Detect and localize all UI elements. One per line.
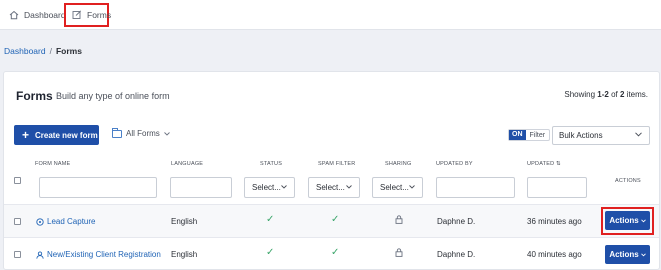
filter-updated-input[interactable]	[527, 177, 587, 198]
filter-language-input[interactable]	[170, 177, 232, 198]
create-form-button[interactable]: + Create new form	[14, 125, 99, 145]
filter-sharing-select[interactable]: Select...	[372, 177, 423, 198]
status-check-icon: ✓	[266, 247, 275, 258]
create-form-label: Create new form	[35, 130, 98, 140]
breadcrumb-link-dashboard[interactable]: Dashboard	[4, 46, 46, 56]
form-language: English	[171, 250, 198, 259]
plus-icon: +	[22, 128, 30, 142]
chevron-down-icon	[281, 185, 287, 189]
spam-filter-check-icon: ✓	[331, 214, 340, 225]
showing-prefix: Showing	[564, 90, 598, 99]
target-icon	[36, 217, 44, 226]
toggle-label: Filter	[529, 131, 546, 139]
forms-card: Forms Build any type of online form Show…	[3, 71, 660, 270]
bulk-actions-select[interactable]: Bulk Actions	[552, 126, 650, 145]
nav-item-forms[interactable]: Forms	[64, 3, 112, 27]
lock-icon	[395, 248, 403, 257]
lock-icon	[395, 215, 403, 224]
toggle-state: ON	[509, 130, 526, 140]
filter-sharing-value: Select...	[380, 183, 409, 192]
spam-filter-check-icon: ✓	[331, 247, 340, 258]
breadcrumb-current: Forms	[55, 46, 82, 56]
column-header-updated-by: UPDATED BY	[436, 161, 473, 167]
page-subtitle: Build any type of online form	[56, 91, 170, 101]
home-icon	[9, 10, 19, 20]
column-header-status: STATUS	[260, 161, 283, 167]
form-name-link[interactable]: New/Existing Client Registration	[36, 250, 161, 259]
updated-time: 40 minutes ago	[527, 250, 582, 259]
filter-updated-by-input[interactable]	[436, 177, 515, 198]
updated-by: Daphne D.	[437, 217, 476, 226]
column-header-actions: ACTIONS	[615, 178, 641, 184]
updated-by: Daphne D.	[437, 250, 476, 259]
filter-form-name-input[interactable]	[39, 177, 157, 198]
nav-item-dashboard[interactable]: Dashboard	[9, 0, 66, 30]
all-forms-dropdown[interactable]: All Forms	[112, 127, 170, 138]
filter-spam-value: Select...	[316, 183, 345, 192]
status-check-icon: ✓	[266, 214, 275, 225]
chevron-down-icon	[163, 131, 170, 136]
nav-item-label: Dashboard	[24, 10, 66, 20]
form-language: English	[171, 217, 198, 226]
select-all-checkbox[interactable]	[14, 177, 21, 184]
chevron-down-icon	[409, 185, 415, 189]
highlight-box	[601, 207, 654, 235]
updated-time: 36 minutes ago	[527, 217, 582, 226]
bulk-actions-label: Bulk Actions	[559, 131, 603, 140]
nav-item-label: Forms	[87, 10, 112, 20]
column-header-sharing: SHARING	[385, 161, 412, 167]
sort-icon: ⇅	[556, 161, 561, 167]
form-name: New/Existing Client Registration	[47, 250, 161, 259]
column-header-spam-filter: SPAM FILTER	[318, 161, 356, 167]
actions-label: Actions	[609, 250, 639, 259]
column-header-updated-label: UPDATED	[527, 161, 555, 167]
filter-toggle[interactable]: ON Filter	[508, 129, 551, 141]
folder-icon	[112, 127, 122, 138]
top-navigation: Dashboard Forms	[0, 0, 661, 30]
breadcrumb-separator: /	[49, 46, 52, 56]
chevron-down-icon	[640, 252, 646, 256]
chevron-down-icon	[635, 132, 642, 137]
chevron-down-icon	[346, 185, 352, 189]
row-checkbox[interactable]	[14, 218, 21, 225]
breadcrumb: Dashboard / Forms	[4, 46, 82, 56]
form-name: Lead Capture	[47, 217, 96, 226]
edit-form-icon	[72, 10, 82, 20]
all-forms-label: All Forms	[126, 129, 160, 138]
user-icon	[36, 250, 44, 259]
column-header-language: LANGUAGE	[171, 161, 204, 167]
column-header-updated[interactable]: UPDATED ⇅	[527, 161, 561, 167]
column-header-form-name: FORM NAME	[35, 161, 71, 167]
table-row: Lead Capture English ✓ ✓ Daphne D. 36 mi…	[4, 204, 659, 237]
showing-of: of	[608, 90, 620, 99]
actions-button[interactable]: Actions	[605, 245, 650, 264]
page-title: Forms	[16, 89, 53, 103]
form-name-link[interactable]: Lead Capture	[36, 217, 95, 226]
row-checkbox[interactable]	[14, 251, 21, 258]
filter-status-select[interactable]: Select...	[244, 177, 295, 198]
filter-spam-select[interactable]: Select...	[308, 177, 360, 198]
showing-range: 1-2	[597, 90, 609, 99]
filter-status-value: Select...	[252, 183, 281, 192]
showing-suffix: items.	[624, 90, 648, 99]
item-count: Showing 1-2 of 2 items.	[564, 90, 648, 99]
table-row: New/Existing Client Registration English…	[4, 237, 659, 270]
